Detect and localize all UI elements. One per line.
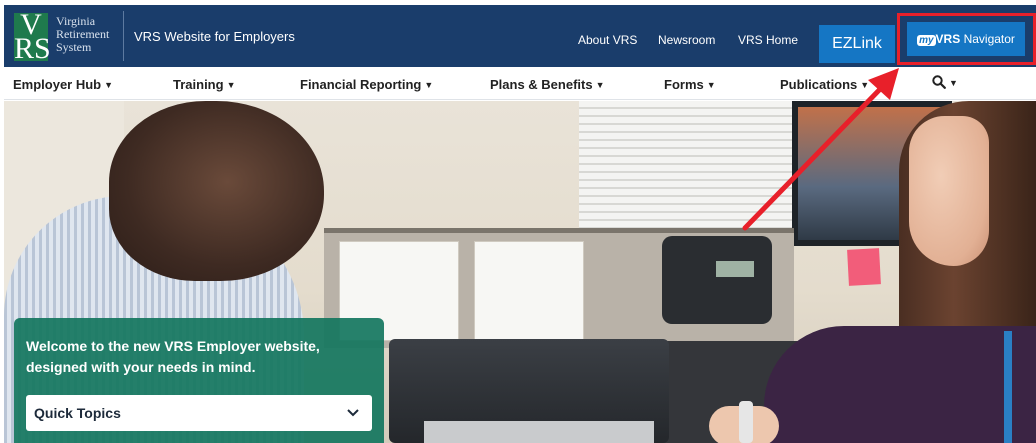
caret-down-icon: ▼ (949, 78, 958, 88)
caret-down-icon: ▼ (104, 80, 114, 90)
search-icon (932, 75, 946, 89)
desk-phone (662, 236, 772, 324)
site-title[interactable]: VRS Website for Employers (134, 29, 295, 44)
myvrs-suffix: Navigator (963, 32, 1015, 46)
myvrs-brand: VRS (935, 32, 961, 46)
nav-employer-hub[interactable]: Employer Hub ▼ (13, 77, 113, 92)
welcome-message: Welcome to the new VRS Employer website,… (26, 338, 320, 375)
logo-divider (123, 11, 124, 61)
nav-training[interactable]: Training ▼ (173, 77, 235, 92)
ezlink-button[interactable]: EZLink (819, 25, 895, 63)
logo-line-3: System (56, 40, 92, 54)
myvrs-navigator-button[interactable]: my VRS Navigator (907, 22, 1025, 56)
sticky-note (847, 248, 881, 286)
window-blinds (579, 101, 794, 241)
vrs-home-link[interactable]: VRS Home (738, 33, 798, 47)
nav-label: Financial Reporting (300, 77, 422, 92)
nav-plans-benefits[interactable]: Plans & Benefits ▼ (490, 77, 605, 92)
caret-down-icon: ▼ (226, 80, 236, 90)
welcome-panel: Welcome to the new VRS Employer website,… (14, 318, 384, 443)
caret-down-icon: ▼ (595, 80, 605, 90)
nav-label: Publications (780, 77, 858, 92)
nav-label: Plans & Benefits (490, 77, 593, 92)
logo-wordmark: Virginia Retirement System (56, 15, 109, 54)
top-header: V RS Virginia Retirement System VRS Websi… (4, 5, 1036, 67)
myvrs-highlight-box: my VRS Navigator (897, 13, 1036, 65)
chevron-down-icon (347, 409, 359, 417)
myvrs-prefix: my (917, 35, 936, 46)
vrs-logo[interactable]: V RS Virginia Retirement System (14, 8, 119, 65)
caret-down-icon: ▼ (860, 80, 870, 90)
nav-label: Forms (664, 77, 704, 92)
nav-forms[interactable]: Forms ▼ (664, 77, 716, 92)
quick-topics-dropdown[interactable]: Quick Topics (26, 395, 372, 431)
nav-publications[interactable]: Publications ▼ (780, 77, 869, 92)
vrs-logo-mark: V RS (14, 8, 51, 65)
nav-financial-reporting[interactable]: Financial Reporting ▼ (300, 77, 433, 92)
main-nav: Employer Hub ▼ Training ▼ Financial Report… (4, 67, 1036, 100)
caret-down-icon: ▼ (424, 80, 434, 90)
nav-label: Employer Hub (13, 77, 102, 92)
newsroom-link[interactable]: Newsroom (658, 33, 715, 47)
caret-down-icon: ▼ (706, 80, 716, 90)
posted-document (474, 241, 584, 341)
about-vrs-link[interactable]: About VRS (578, 33, 637, 47)
nav-search[interactable]: ▼ (932, 75, 958, 90)
nav-label: Training (173, 77, 224, 92)
quick-topics-label: Quick Topics (34, 405, 121, 421)
